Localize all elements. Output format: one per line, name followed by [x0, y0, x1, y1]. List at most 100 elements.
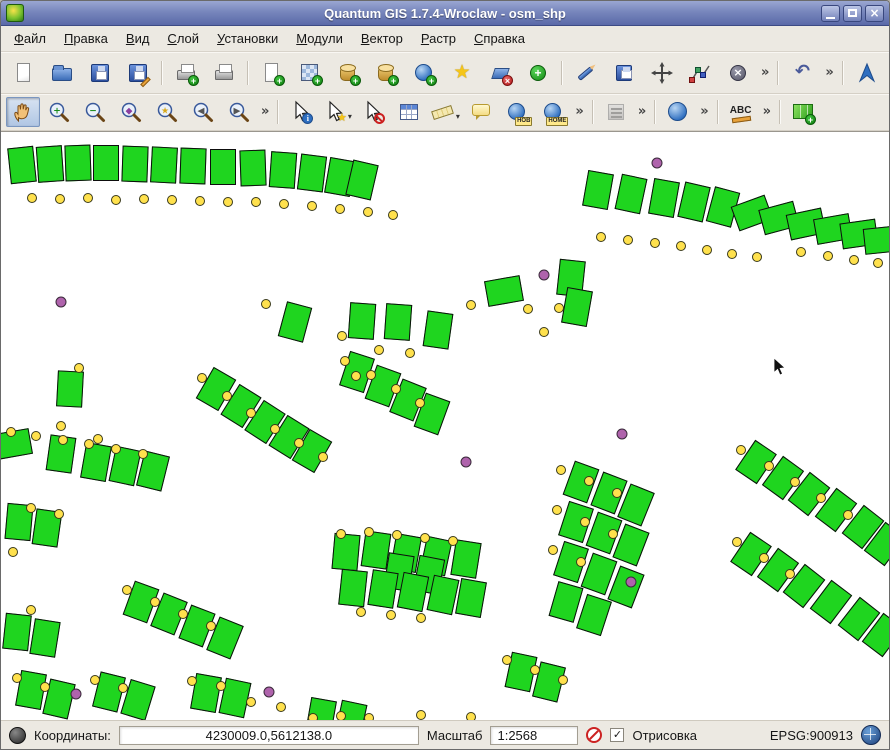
crs-status-button[interactable] — [861, 725, 881, 745]
point-feature — [796, 247, 806, 257]
remove-layer-button[interactable]: × — [483, 58, 517, 88]
web-toolbar-overflow-chevron[interactable]: » — [696, 97, 712, 127]
point-feature — [216, 681, 226, 691]
annotation-button[interactable] — [599, 97, 633, 127]
overview-map-button[interactable]: + — [786, 97, 820, 127]
menu-edit[interactable]: Правка — [55, 28, 117, 49]
stop-rendering-icon[interactable] — [586, 727, 602, 743]
identify-button[interactable]: i — [284, 97, 318, 127]
select-features-button[interactable]: ★▾ — [320, 97, 354, 127]
maximize-button[interactable] — [843, 5, 862, 22]
menu-vector[interactable]: Вектор — [352, 28, 412, 49]
dropdown-arrow-icon[interactable]: ▾ — [348, 112, 352, 126]
new-bookmark-button[interactable]: НОВ — [500, 97, 534, 127]
render-checkbox[interactable]: ✓ — [610, 728, 624, 742]
pan-tool-button[interactable] — [6, 97, 40, 127]
point-feature — [246, 408, 256, 418]
menu-raster[interactable]: Растр — [412, 28, 465, 49]
menu-help[interactable]: Справка — [465, 28, 534, 49]
building-polygon — [615, 174, 648, 215]
labeling-icon: ABC — [729, 100, 753, 124]
window-controls: × — [821, 5, 884, 22]
toolbar-separator — [779, 100, 781, 124]
zoom-selection-button[interactable]: ★ — [150, 97, 184, 127]
building-polygon — [56, 370, 84, 407]
point-feature — [251, 197, 261, 207]
progress-indicator-icon — [9, 727, 26, 744]
point-feature — [93, 434, 103, 444]
label-toolbar-overflow-chevron[interactable]: » — [759, 97, 775, 127]
close-button[interactable]: × — [865, 5, 884, 22]
point-feature — [279, 199, 289, 209]
navigation-toolbar-overflow-chevron[interactable]: » — [257, 97, 273, 127]
deselect-button[interactable] — [356, 97, 390, 127]
measure-button[interactable]: ▾ — [428, 97, 462, 127]
scale-field[interactable]: 1:2568 — [490, 726, 578, 745]
point-feature — [6, 427, 16, 437]
undo-button[interactable]: ↶ — [785, 58, 819, 88]
zoom-out-button[interactable]: − — [78, 97, 112, 127]
save-project-as-button[interactable] — [121, 58, 155, 88]
labeling-button[interactable]: ABC — [724, 97, 758, 127]
composer-manager-button[interactable] — [207, 58, 241, 88]
north-arrow-button[interactable] — [850, 58, 884, 88]
menu-file[interactable]: Файл — [5, 28, 55, 49]
new-print-composer-button[interactable]: + — [169, 58, 203, 88]
save-edits-icon — [612, 61, 636, 85]
edit-toolbar-overflow-chevron[interactable]: » — [821, 58, 837, 88]
point-feature — [552, 505, 562, 515]
dropdown-arrow-icon[interactable]: ▾ — [456, 112, 460, 126]
save-edits-button[interactable] — [607, 58, 641, 88]
delete-selected-button[interactable]: × — [721, 58, 755, 88]
point-feature — [702, 245, 712, 255]
point-feature — [576, 557, 586, 567]
add-postgis-layer-button[interactable]: + — [331, 58, 365, 88]
zoom-full-button[interactable]: ◆ — [114, 97, 148, 127]
add-wfs-layer-button[interactable]: ★ — [445, 58, 479, 88]
map-tips-button[interactable] — [464, 97, 498, 127]
attributes-toolbar-overflow-chevron[interactable]: » — [571, 97, 587, 127]
save-project-icon — [88, 61, 112, 85]
add-delimited-text-button[interactable]: + — [521, 58, 555, 88]
menu-settings[interactable]: Установки — [208, 28, 287, 49]
zoom-next-button[interactable]: ▶ — [222, 97, 256, 127]
point-feature — [84, 439, 94, 449]
point-feature — [676, 241, 686, 251]
toggle-editing-button[interactable] — [569, 58, 603, 88]
coordinates-field[interactable]: 4230009.0,5612138.0 — [119, 726, 419, 745]
point-feature — [736, 445, 746, 455]
attribute-table-button[interactable] — [392, 97, 426, 127]
move-feature-button[interactable] — [645, 58, 679, 88]
point-feature — [391, 384, 401, 394]
add-vector-layer-button[interactable]: + — [255, 58, 289, 88]
web-icon — [666, 100, 690, 124]
building-polygon — [348, 302, 376, 340]
building-polygon — [297, 154, 327, 193]
plugins-toolbar-overflow-chevron[interactable]: » — [886, 58, 890, 88]
point-feature — [223, 197, 233, 207]
open-project-button[interactable] — [45, 58, 79, 88]
move-feature-icon — [650, 61, 674, 85]
show-bookmarks-button[interactable]: HOME — [536, 97, 570, 127]
web-button[interactable] — [661, 97, 695, 127]
add-spatialite-layer-button[interactable]: + — [369, 58, 403, 88]
menu-plugins[interactable]: Модули — [287, 28, 352, 49]
add-wms-layer-button[interactable]: + — [407, 58, 441, 88]
zoom-last-button[interactable]: ◀ — [186, 97, 220, 127]
point-feature — [466, 300, 476, 310]
point-feature — [364, 713, 374, 720]
toolbar-separator — [561, 61, 563, 85]
annotation-toolbar-overflow-chevron[interactable]: » — [634, 97, 650, 127]
save-project-button[interactable] — [83, 58, 117, 88]
minimize-button[interactable] — [821, 5, 840, 22]
map-canvas[interactable] — [1, 131, 889, 720]
add-raster-layer-button[interactable]: + — [293, 58, 327, 88]
digitize-toolbar-overflow-chevron[interactable]: » — [757, 58, 773, 88]
menu-layer[interactable]: Слой — [158, 28, 208, 49]
titlebar[interactable]: Quantum GIS 1.7.4-Wroclaw - osm_shp × — [1, 1, 889, 26]
new-project-button[interactable] — [7, 58, 41, 88]
zoom-in-button[interactable]: + — [42, 97, 76, 127]
menu-view[interactable]: Вид — [117, 28, 159, 49]
node-tool-button[interactable] — [683, 58, 717, 88]
point-feature — [584, 476, 594, 486]
